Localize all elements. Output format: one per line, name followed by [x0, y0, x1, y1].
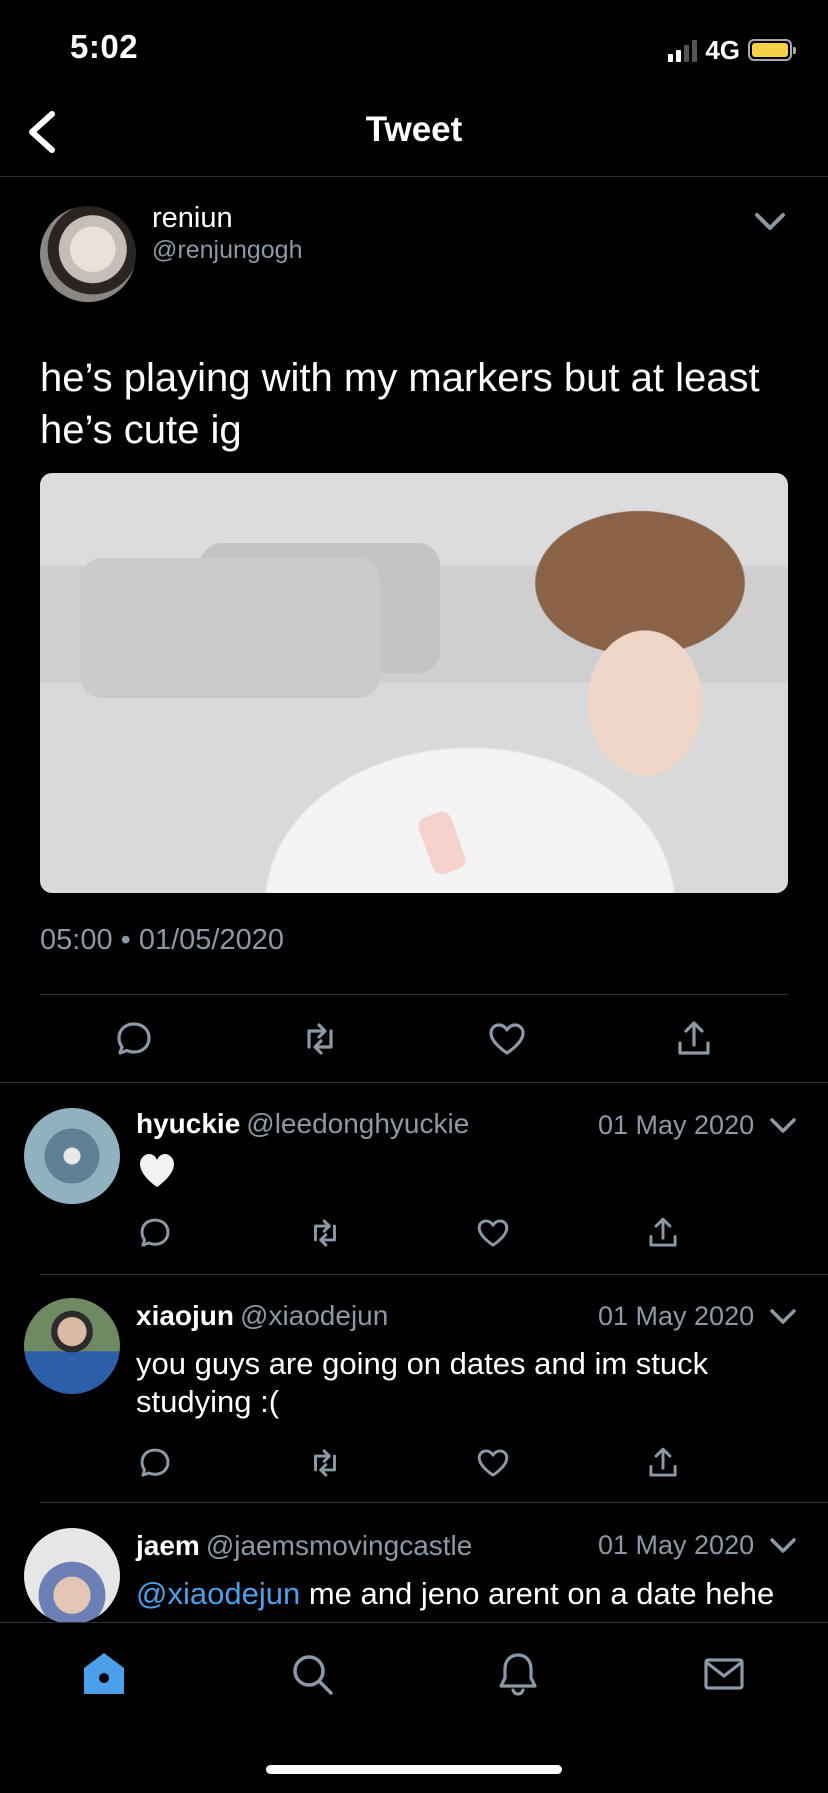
reply-handle: @leedonghyuckie: [246, 1108, 470, 1139]
reply-button[interactable]: [112, 1017, 156, 1061]
like-button[interactable]: [474, 1444, 512, 1482]
tweet-photo[interactable]: [40, 473, 788, 893]
nav-messages[interactable]: [700, 1650, 748, 1698]
share-button[interactable]: [644, 1214, 682, 1252]
heart-icon: [489, 1023, 525, 1055]
reply-date: 01 May 2020: [598, 1301, 755, 1331]
retweet-button[interactable]: [306, 1444, 344, 1482]
reply-name: hyuckie: [136, 1108, 241, 1139]
retweet-icon: [307, 1023, 333, 1055]
share-button[interactable]: [672, 1017, 716, 1061]
reply-handle: @jaemsmovingcastle: [205, 1530, 473, 1561]
heart-icon: [477, 1219, 509, 1247]
reply-menu-button[interactable]: [768, 1301, 798, 1331]
retweet-icon: [314, 1219, 336, 1247]
reply-menu-button[interactable]: [768, 1530, 798, 1560]
author-handle[interactable]: @renjungogh: [152, 236, 303, 265]
search-icon: [293, 1655, 333, 1695]
white-heart-emoji: [138, 1152, 176, 1190]
bell-icon: [499, 1653, 537, 1696]
reply-author[interactable]: xiaojun @xiaodejun: [136, 1300, 388, 1332]
chevron-down-icon: [770, 1538, 796, 1553]
reply-avatar[interactable]: [24, 1528, 120, 1624]
reply-icon: [140, 1448, 170, 1477]
reply-name: xiaojun: [136, 1300, 235, 1331]
retweet-button[interactable]: [306, 1214, 344, 1252]
tweet-divider: [40, 994, 788, 995]
reply-icon: [140, 1218, 170, 1247]
reply-handle: @xiaodejun: [240, 1300, 389, 1331]
tweet-menu-button[interactable]: [752, 204, 788, 240]
nav-notifications[interactable]: [494, 1650, 542, 1698]
share-icon: [649, 1217, 677, 1247]
share-button[interactable]: [644, 1444, 682, 1482]
share-icon: [678, 1021, 710, 1055]
reply-text: @xiaodejun me and jeno arent on a date h…: [136, 1575, 816, 1613]
network-label: 4G: [705, 34, 740, 65]
nav-search[interactable]: [288, 1650, 336, 1698]
reply-date: 01 May 2020: [598, 1530, 755, 1560]
tweet-timestamp: 05:00 • 01/05/2020: [40, 924, 284, 956]
chevron-down-icon: [770, 1309, 796, 1324]
reply-avatar[interactable]: [24, 1108, 120, 1204]
like-button[interactable]: [474, 1214, 512, 1252]
mail-icon: [704, 1658, 744, 1690]
header-divider: [0, 176, 828, 177]
signal-icon: [668, 38, 698, 62]
reply-avatar[interactable]: [24, 1298, 120, 1394]
like-button[interactable]: [485, 1017, 529, 1061]
chevron-down-icon: [770, 1118, 796, 1133]
reply-button[interactable]: [136, 1214, 174, 1252]
reply-button[interactable]: [136, 1444, 174, 1482]
heart-icon: [477, 1449, 509, 1477]
reply-author[interactable]: hyuckie @leedonghyuckie: [136, 1108, 469, 1140]
retweet-icon: [314, 1449, 336, 1477]
reply-name: jaem: [136, 1530, 200, 1561]
home-indicator[interactable]: [266, 1765, 562, 1774]
reply-divider: [40, 1502, 828, 1503]
reply-menu-button[interactable]: [768, 1110, 798, 1140]
chevron-down-icon: [755, 213, 785, 230]
page-title: Tweet: [365, 110, 463, 149]
section-divider: [0, 1082, 828, 1083]
mention-link[interactable]: @xiaodejun: [136, 1576, 300, 1611]
reply-date: 01 May 2020: [598, 1110, 755, 1140]
home-icon: [84, 1653, 124, 1694]
retweet-button[interactable]: [298, 1017, 342, 1061]
share-icon: [649, 1447, 677, 1477]
reply-icon: [117, 1022, 151, 1055]
battery-icon: [748, 39, 796, 61]
status-time: 5:02: [70, 28, 139, 65]
nav-home[interactable]: [80, 1650, 128, 1698]
author-name[interactable]: reniun: [152, 202, 233, 235]
reply-text: you guys are going on dates and im stuck…: [136, 1346, 709, 1419]
author-avatar[interactable]: [40, 206, 136, 302]
reply-text-body: me and jeno arent on a date hehe: [300, 1576, 775, 1611]
reply-author[interactable]: jaem @jaemsmovingcastle: [136, 1530, 472, 1562]
status-indicators: 4G: [668, 30, 796, 70]
tweet-text: he’s playing with my markers but at leas…: [40, 356, 760, 452]
reply-divider: [40, 1274, 828, 1275]
